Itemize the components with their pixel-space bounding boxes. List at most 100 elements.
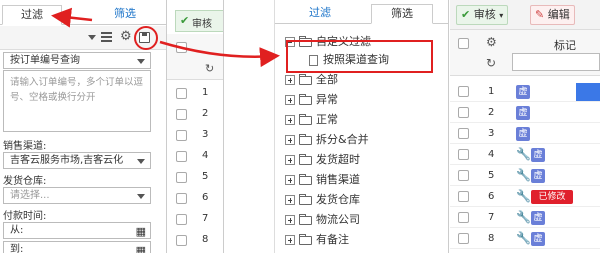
row-checkbox[interactable] (176, 172, 187, 183)
table-row[interactable]: 2虚 (450, 104, 600, 123)
warehouse-select[interactable]: 请选择... (3, 187, 151, 204)
expand-icon[interactable] (285, 175, 295, 185)
folder-icon (299, 173, 312, 185)
tree-item[interactable]: 有备注 (285, 232, 349, 248)
tree-item[interactable]: 拆分&合并 (285, 132, 369, 148)
expand-icon[interactable] (285, 195, 295, 205)
row-number: 3 (202, 129, 209, 140)
row-number: 1 (202, 87, 209, 98)
table-row[interactable]: 4 🔧 虚 (450, 146, 600, 165)
refresh-icon[interactable]: ↻ (205, 62, 214, 75)
row-checkbox[interactable] (458, 128, 469, 139)
tree-item[interactable]: 异常 (285, 92, 338, 108)
tab-select[interactable]: 筛选 (371, 4, 433, 24)
textarea-placeholder: 请输入订单编号，多个订单以逗号、空格或换行分开 (10, 77, 144, 103)
tree-item-label: 异常 (316, 93, 338, 106)
tree-item-custom-filter[interactable]: 自定义过滤 (285, 34, 371, 50)
tree-item-label: 发货超时 (316, 153, 360, 166)
tree-item-label: 正常 (316, 113, 338, 126)
save-icon[interactable] (139, 32, 150, 43)
wrench-icon: 🔧 (516, 147, 531, 161)
channel-select[interactable]: 吉客云服务市场,吉客云化 (3, 152, 151, 169)
tab-filter[interactable]: 过滤 (2, 5, 62, 25)
check-icon: ✔ (180, 14, 190, 27)
tree-item-label: 拆分&合并 (316, 133, 369, 146)
row-checkbox[interactable] (176, 151, 187, 162)
row-checkbox[interactable] (458, 191, 469, 202)
row-checkbox[interactable] (176, 214, 187, 225)
calendar-icon[interactable]: ▦ (136, 243, 146, 253)
table-row[interactable]: 7 🔧 虚 (450, 209, 600, 228)
tree-item[interactable]: 发货超时 (285, 152, 360, 168)
wrench-icon: 🔧 (516, 231, 531, 245)
table-row[interactable]: 8 🔧 虚 (450, 230, 600, 249)
table-row[interactable]: 1虚 (450, 83, 600, 102)
expand-icon[interactable] (285, 75, 295, 85)
select-all-checkbox[interactable] (458, 38, 469, 49)
chevron-down-icon (137, 58, 145, 64)
filter-tree-panel: 过滤 筛选 自定义过滤 按照渠道查询 全部异常正常拆分&合并发货超时销售渠道发货… (274, 0, 449, 253)
row-number: 8 (202, 234, 209, 245)
column-filter-input[interactable] (512, 53, 600, 71)
audit-button[interactable]: ✔ 审核 ▾ (456, 5, 509, 25)
row-checkbox[interactable] (458, 86, 469, 97)
folder-icon (299, 233, 312, 245)
left-toolbar: ⚙ (0, 26, 166, 50)
dropdown-icon[interactable] (88, 35, 96, 40)
audit-button-partial[interactable]: ✔ 审核 (175, 10, 223, 32)
row-checkbox[interactable] (458, 149, 469, 160)
row-checkbox[interactable] (458, 170, 469, 181)
tree-item[interactable]: 全部 (285, 72, 338, 88)
paytime-from-field[interactable]: 从: ▦ (3, 222, 151, 239)
row-checkbox[interactable] (458, 212, 469, 223)
audit-label: 审核 (192, 19, 212, 30)
refresh-icon[interactable]: ↻ (486, 56, 496, 70)
audit-label: 审核 (473, 8, 496, 21)
expand-icon[interactable] (285, 115, 295, 125)
tree-item[interactable]: 正常 (285, 112, 338, 128)
list-icon[interactable] (101, 32, 112, 43)
edit-button[interactable]: ✎ 编辑 (530, 5, 575, 25)
row-number: 5 (488, 170, 495, 181)
table-row[interactable]: 5 🔧 虚 (450, 167, 600, 186)
gear-icon[interactable]: ⚙ (120, 29, 132, 44)
warehouse-label: 发货仓库: (3, 176, 47, 187)
row-checkbox[interactable] (458, 107, 469, 118)
row-checkbox[interactable] (176, 235, 187, 246)
row-checkbox[interactable] (176, 88, 187, 99)
paytime-to-field[interactable]: 到: ▦ (3, 241, 151, 253)
tab-filter[interactable]: 过滤 (295, 4, 345, 24)
expand-icon[interactable] (285, 155, 295, 165)
row-checkbox[interactable] (176, 109, 187, 120)
tree-item[interactable]: 发货仓库 (285, 192, 360, 208)
tab-select[interactable]: 筛选 (100, 5, 150, 25)
select-all-checkbox[interactable] (176, 42, 187, 53)
table-row[interactable]: 6 🔧 已修改 (450, 188, 600, 207)
tree-item[interactable]: 销售渠道 (285, 172, 360, 188)
tree-item-label: 全部 (316, 73, 338, 86)
row-checkbox[interactable] (176, 130, 187, 141)
folder-icon (299, 35, 312, 47)
left-grid-strip: ✔ 审核 ↻ 1 2 3 4 5 6 7 8 (167, 0, 224, 253)
gear-icon[interactable]: ⚙ (486, 35, 497, 49)
middle-tab-bar: 过滤 筛选 (275, 0, 448, 24)
query-type-select[interactable]: 按订单编号查询 (3, 52, 151, 69)
expand-icon[interactable] (285, 135, 295, 145)
order-number-textarea[interactable]: 请输入订单编号，多个订单以逗号、空格或换行分开 (3, 70, 151, 132)
calendar-icon[interactable]: ▦ (136, 224, 146, 239)
row-checkbox[interactable] (458, 233, 469, 244)
expand-icon[interactable] (285, 235, 295, 245)
query-type-value: 按订单编号查询 (10, 55, 80, 66)
expand-icon[interactable] (285, 95, 295, 105)
row-number: 1 (488, 86, 495, 97)
table-row[interactable]: 3虚 (450, 125, 600, 144)
row-number: 5 (202, 171, 209, 182)
row-checkbox[interactable] (176, 193, 187, 204)
tree-item[interactable]: 物流公司 (285, 212, 360, 228)
paytime-label: 付款时间: (3, 211, 47, 222)
tree-item-label: 物流公司 (316, 213, 360, 226)
tree-item-by-channel[interactable]: 按照渠道查询 (309, 52, 389, 68)
collapse-icon[interactable] (285, 37, 295, 47)
expand-icon[interactable] (285, 215, 295, 225)
virtual-tag: 虚 (531, 232, 545, 246)
